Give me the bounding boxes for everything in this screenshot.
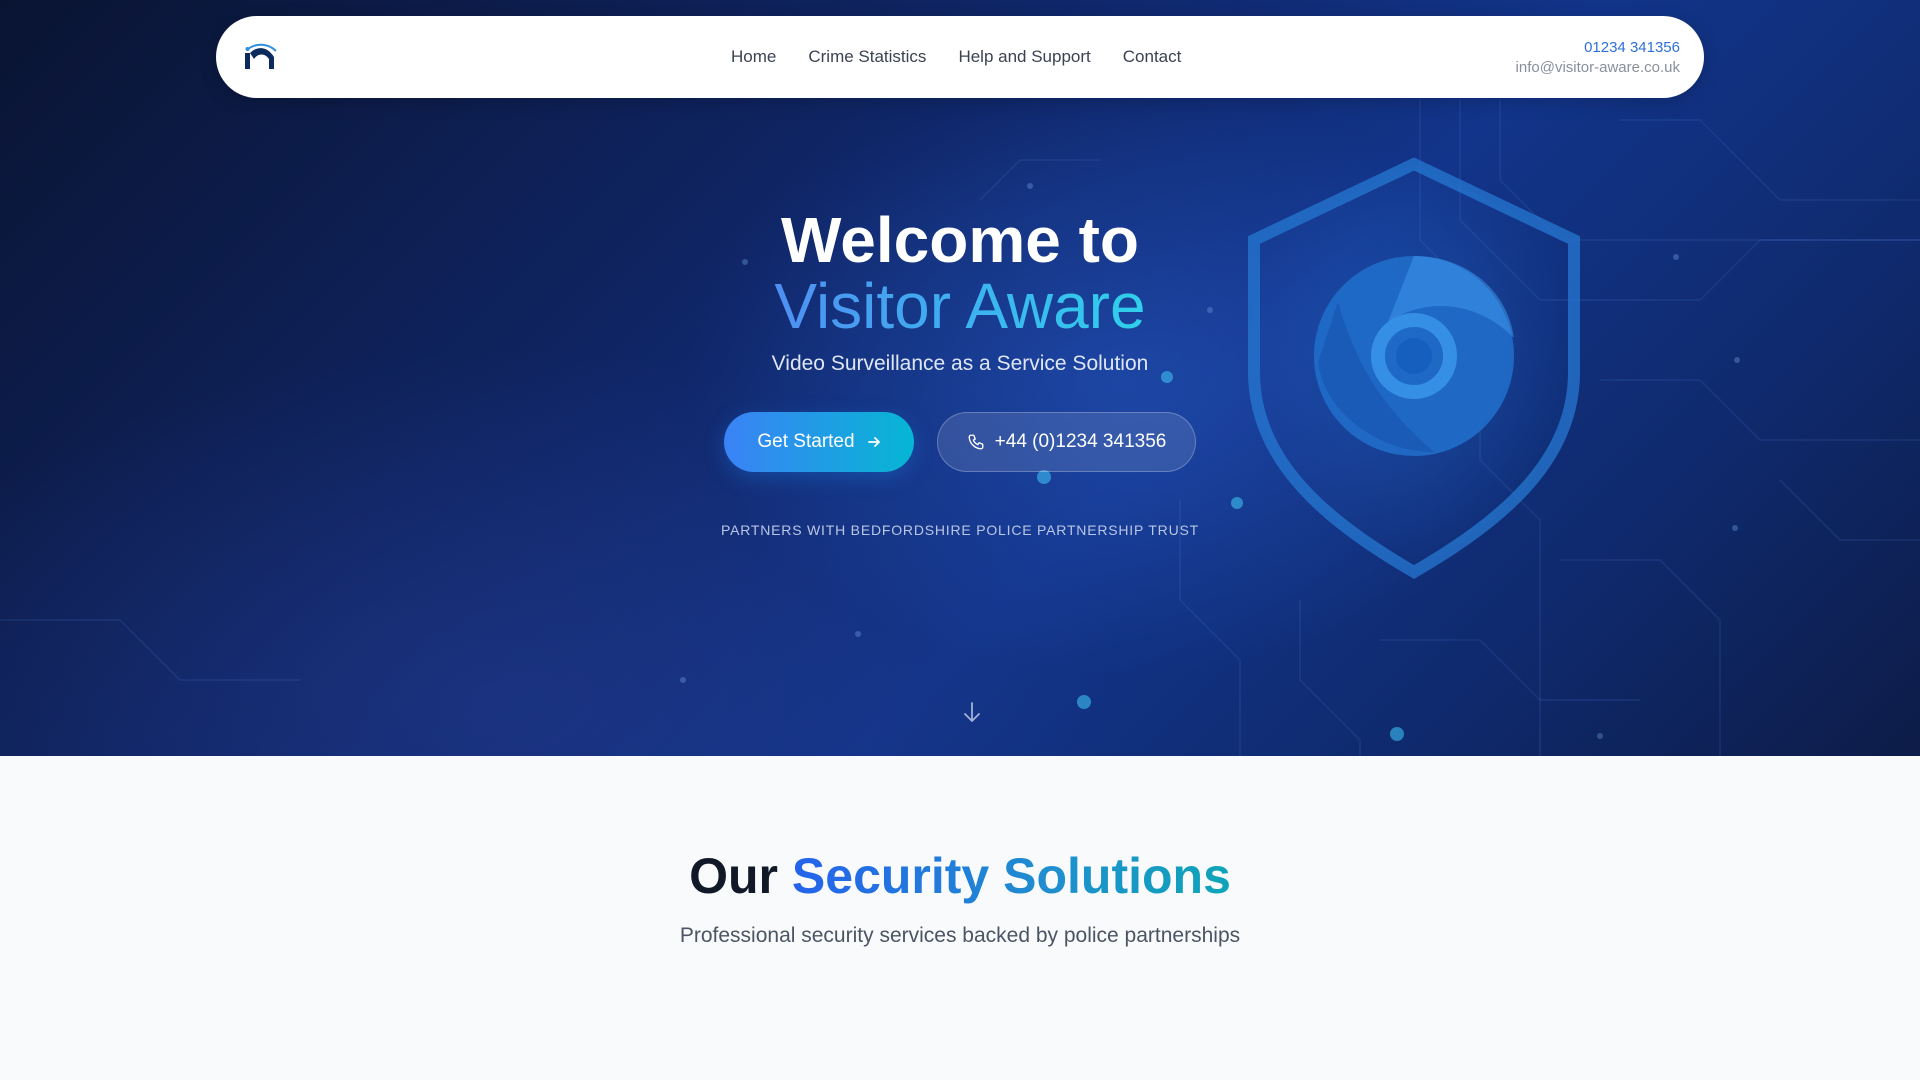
- nav-links: Home Crime Statistics Help and Support C…: [731, 16, 1213, 98]
- partners-text: PARTNERS WITH BEDFORDSHIRE POLICE PARTNE…: [721, 522, 1199, 538]
- hero-title: Welcome to: [781, 204, 1139, 276]
- call-phone-button[interactable]: +44 (0)1234 341356: [937, 412, 1196, 472]
- arrow-down-icon[interactable]: [961, 700, 983, 724]
- circuit-background: [0, 100, 1920, 756]
- nav-contact: 01234 341356 info@visitor-aware.co.uk: [1516, 38, 1680, 78]
- hero-section: Home Crime Statistics Help and Support C…: [0, 0, 1920, 756]
- navbar: Home Crime Statistics Help and Support C…: [216, 16, 1704, 98]
- section-title-plain: Our: [689, 848, 779, 904]
- nav-link-help-and-support[interactable]: Help and Support: [958, 47, 1090, 67]
- logo[interactable]: [242, 40, 278, 74]
- logo-mark-icon: [245, 43, 277, 69]
- hero-brand-text: Visitor Aware: [774, 270, 1146, 342]
- nav-phone-link[interactable]: 01234 341356: [1516, 38, 1680, 58]
- section-title-accent: Security Solutions: [791, 848, 1231, 904]
- hero-subtitle: Video Surveillance as a Service Solution: [771, 352, 1149, 375]
- section-subtitle: Professional security services backed by…: [679, 924, 1241, 947]
- nav-link-crime-statistics[interactable]: Crime Statistics: [808, 47, 926, 67]
- arrow-right-icon: [867, 437, 880, 447]
- get-started-button[interactable]: Get Started: [724, 412, 914, 472]
- nav-email-link[interactable]: info@visitor-aware.co.uk: [1516, 58, 1680, 78]
- shield-camera-icon: [1248, 157, 1580, 579]
- nav-link-contact[interactable]: Contact: [1123, 47, 1182, 67]
- phone-icon: [968, 434, 984, 450]
- get-started-label: Get Started: [757, 431, 855, 452]
- nav-link-home[interactable]: Home: [731, 47, 776, 67]
- section-title: Our Security Solutions: [460, 846, 1460, 906]
- call-phone-label: +44 (0)1234 341356: [994, 431, 1167, 452]
- hero-brand-title: Visitor Aware: [660, 272, 1260, 340]
